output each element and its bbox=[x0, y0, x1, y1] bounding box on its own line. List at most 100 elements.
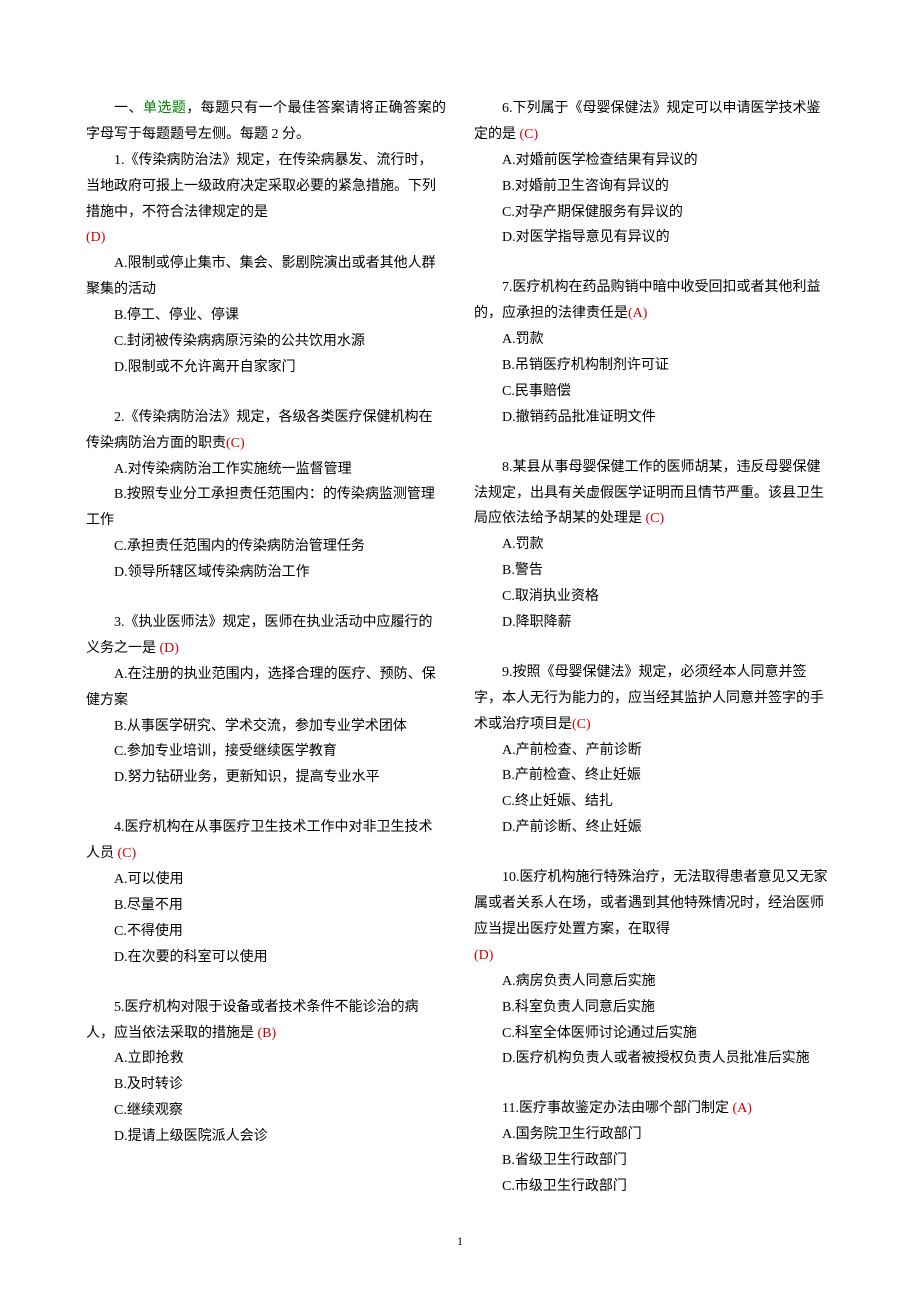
intro-paragraph: 一、单选题，每题只有一个最佳答案请将正确答案的字母写于每题题号左侧。每题 2 分… bbox=[86, 96, 446, 148]
question-number: 2. bbox=[114, 410, 125, 425]
question-stem: 医疗机构施行特殊治疗，无法取得患者意见又无家属或者关系人在场，或者遇到其他特殊情… bbox=[474, 870, 828, 937]
page-number: 1 bbox=[86, 1230, 834, 1252]
question-text: 6.下列属于《母婴保健法》规定可以申请医学技术鉴定的是 (C) bbox=[474, 96, 834, 148]
answer-marker: (C) bbox=[226, 436, 245, 451]
question-stem: 医疗机构对限于设备或者技术条件不能诊治的病人，应当依法采取的措施是 bbox=[86, 1000, 419, 1041]
option: B.尽量不用 bbox=[86, 893, 446, 919]
option: A.产前检查、产前诊断 bbox=[474, 738, 834, 764]
option: A.对婚前医学检查结果有异议的 bbox=[474, 148, 834, 174]
question-block: 3.《执业医师法》规定，医师在执业活动中应履行的义务之一是 (D)A.在注册的执… bbox=[86, 610, 446, 791]
question-stem: 《传染病防治法》规定，在传染病暴发、流行时，当地政府可报上一级政府决定采取必要的… bbox=[86, 153, 436, 220]
answer-marker: (C) bbox=[572, 717, 591, 732]
option: A.对传染病防治工作实施统一监督管理 bbox=[86, 457, 446, 483]
question-number: 5. bbox=[114, 1000, 125, 1015]
option: C.科室全体医师讨论通过后实施 bbox=[474, 1021, 834, 1047]
question-block: 4.医疗机构在从事医疗卫生技术工作中对非卫生技术人员 (C)A.可以使用B.尽量… bbox=[86, 815, 446, 970]
option: C.民事赔偿 bbox=[474, 379, 834, 405]
option: B.省级卫生行政部门 bbox=[474, 1148, 834, 1174]
option: A.罚款 bbox=[474, 327, 834, 353]
answer-marker: (D) bbox=[156, 641, 179, 656]
option: B.从事医学研究、学术交流，参加专业学术团体 bbox=[86, 714, 446, 740]
question-number: 11. bbox=[502, 1101, 519, 1116]
question-number: 10. bbox=[502, 870, 520, 885]
option: C.参加专业培训，接受继续医学教育 bbox=[86, 739, 446, 765]
option: D.限制或不允许离开自家家门 bbox=[86, 355, 446, 381]
option: D.努力钻研业务，更新知识，提高专业水平 bbox=[86, 765, 446, 791]
option: B.停工、停业、停课 bbox=[86, 303, 446, 329]
answer-marker: (A) bbox=[628, 306, 647, 321]
question-text: 8.某县从事母婴保健工作的医师胡某，违反母婴保健法规定，出具有关虚假医学证明而且… bbox=[474, 455, 834, 533]
answer-marker: (B) bbox=[254, 1026, 276, 1041]
answer-marker: (D) bbox=[86, 230, 105, 245]
question-block: 8.某县从事母婴保健工作的医师胡某，违反母婴保健法规定，出具有关虚假医学证明而且… bbox=[474, 455, 834, 636]
question-text: 11.医疗事故鉴定办法由哪个部门制定 (A) bbox=[474, 1096, 834, 1122]
question-stem: 《传染病防治法》规定，各级各类医疗保健机构在传染病防治方面的职责 bbox=[86, 410, 433, 451]
intro-pre: 一、 bbox=[114, 101, 143, 116]
option: A.国务院卫生行政部门 bbox=[474, 1122, 834, 1148]
question-stem: 医疗事故鉴定办法由哪个部门制定 bbox=[519, 1101, 729, 1116]
answer-marker: (C) bbox=[516, 127, 538, 142]
option: A.限制或停止集市、集会、影剧院演出或者其他人群聚集的活动 bbox=[86, 251, 446, 303]
option: D.降职降薪 bbox=[474, 610, 834, 636]
answer-line: (D) bbox=[474, 943, 834, 969]
option: A.在注册的执业范围内，选择合理的医疗、预防、保健方案 bbox=[86, 662, 446, 714]
question-text: 3.《执业医师法》规定，医师在执业活动中应履行的义务之一是 (D) bbox=[86, 610, 446, 662]
question-block: 6.下列属于《母婴保健法》规定可以申请医学技术鉴定的是 (C)A.对婚前医学检查… bbox=[474, 96, 834, 251]
option: C.承担责任范围内的传染病防治管理任务 bbox=[86, 534, 446, 560]
option: C.封闭被传染病病原污染的公共饮用水源 bbox=[86, 329, 446, 355]
option: D.对医学指导意见有异议的 bbox=[474, 225, 834, 251]
question-text: 5.医疗机构对限于设备或者技术条件不能诊治的病人，应当依法采取的措施是 (B) bbox=[86, 995, 446, 1047]
option: B.及时转诊 bbox=[86, 1072, 446, 1098]
question-text: 7.医疗机构在药品购销中暗中收受回扣或者其他利益的，应承担的法律责任是(A) bbox=[474, 275, 834, 327]
answer-marker: (C) bbox=[642, 511, 664, 526]
option: D.领导所辖区域传染病防治工作 bbox=[86, 560, 446, 586]
question-block: 11.医疗事故鉴定办法由哪个部门制定 (A)A.国务院卫生行政部门B.省级卫生行… bbox=[474, 1096, 834, 1200]
intro-highlight: 单选题 bbox=[143, 101, 186, 116]
option: B.产前检查、终止妊娠 bbox=[474, 763, 834, 789]
question-stem: 按照《母婴保健法》规定，必须经本人同意并签字，本人无行为能力的，应当经其监护人同… bbox=[474, 665, 824, 732]
answer-marker: (D) bbox=[474, 948, 493, 963]
option: A.病房负责人同意后实施 bbox=[474, 969, 834, 995]
option: A.立即抢救 bbox=[86, 1046, 446, 1072]
question-text: 10.医疗机构施行特殊治疗，无法取得患者意见又无家属或者关系人在场，或者遇到其他… bbox=[474, 865, 834, 943]
question-block: 5.医疗机构对限于设备或者技术条件不能诊治的病人，应当依法采取的措施是 (B)A… bbox=[86, 995, 446, 1150]
question-block: 1.《传染病防治法》规定，在传染病暴发、流行时，当地政府可报上一级政府决定采取必… bbox=[86, 148, 446, 381]
question-text: 4.医疗机构在从事医疗卫生技术工作中对非卫生技术人员 (C) bbox=[86, 815, 446, 867]
question-number: 6. bbox=[502, 101, 513, 116]
question-stem: 《执业医师法》规定，医师在执业活动中应履行的义务之一是 bbox=[86, 615, 433, 656]
option: C.继续观察 bbox=[86, 1098, 446, 1124]
option: C.对孕产期保健服务有异议的 bbox=[474, 200, 834, 226]
question-block: 7.医疗机构在药品购销中暗中收受回扣或者其他利益的，应承担的法律责任是(A)A.… bbox=[474, 275, 834, 430]
option: B.对婚前卫生咨询有异议的 bbox=[474, 174, 834, 200]
option: D.产前诊断、终止妊娠 bbox=[474, 815, 834, 841]
question-text: 2.《传染病防治法》规定，各级各类医疗保健机构在传染病防治方面的职责(C) bbox=[86, 405, 446, 457]
question-block: 10.医疗机构施行特殊治疗，无法取得患者意见又无家属或者关系人在场，或者遇到其他… bbox=[474, 865, 834, 1072]
option: B.科室负责人同意后实施 bbox=[474, 995, 834, 1021]
answer-marker: (A) bbox=[729, 1101, 752, 1116]
option: C.不得使用 bbox=[86, 919, 446, 945]
option: D.撤销药品批准证明文件 bbox=[474, 405, 834, 431]
question-number: 4. bbox=[114, 820, 125, 835]
question-block: 2.《传染病防治法》规定，各级各类医疗保健机构在传染病防治方面的职责(C)A.对… bbox=[86, 405, 446, 586]
option: B.警告 bbox=[474, 558, 834, 584]
two-column-layout: 一、单选题，每题只有一个最佳答案请将正确答案的字母写于每题题号左侧。每题 2 分… bbox=[86, 96, 834, 1200]
question-number: 1. bbox=[114, 153, 125, 168]
option: D.在次要的科室可以使用 bbox=[86, 945, 446, 971]
option: A.罚款 bbox=[474, 532, 834, 558]
question-text: 9.按照《母婴保健法》规定，必须经本人同意并签字，本人无行为能力的，应当经其监护… bbox=[474, 660, 834, 738]
question-text: 1.《传染病防治法》规定，在传染病暴发、流行时，当地政府可报上一级政府决定采取必… bbox=[86, 148, 446, 226]
option: C.市级卫生行政部门 bbox=[474, 1174, 834, 1200]
option: A.可以使用 bbox=[86, 867, 446, 893]
answer-marker: (C) bbox=[114, 846, 136, 861]
answer-line: (D) bbox=[86, 225, 446, 251]
question-number: 9. bbox=[502, 665, 513, 680]
option: C.取消执业资格 bbox=[474, 584, 834, 610]
option: D.提请上级医院派人会诊 bbox=[86, 1124, 446, 1150]
question-stem: 医疗机构在从事医疗卫生技术工作中对非卫生技术人员 bbox=[86, 820, 433, 861]
question-number: 3. bbox=[114, 615, 125, 630]
option: C.终止妊娠、结扎 bbox=[474, 789, 834, 815]
question-number: 7. bbox=[502, 280, 513, 295]
question-block: 9.按照《母婴保健法》规定，必须经本人同意并签字，本人无行为能力的，应当经其监护… bbox=[474, 660, 834, 841]
option: D.医疗机构负责人或者被授权负责人员批准后实施 bbox=[474, 1046, 834, 1072]
option: B.吊销医疗机构制剂许可证 bbox=[474, 353, 834, 379]
